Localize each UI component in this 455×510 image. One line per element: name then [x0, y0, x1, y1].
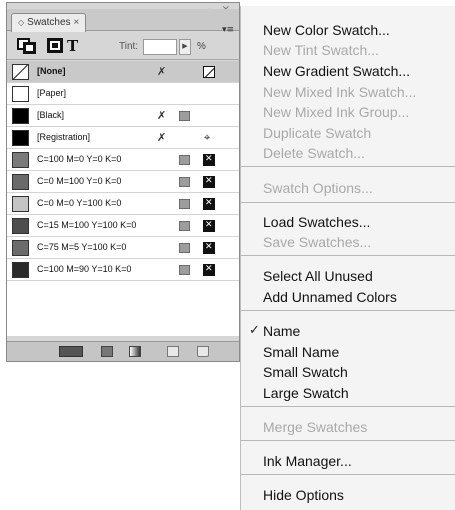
non-editable-icon: ✗ [157, 65, 167, 78]
menu-item-new-mixed-ink-group[interactable]: New Mixed Ink Group... [263, 104, 409, 120]
swatch-name: C=0 M=0 Y=100 K=0 [37, 198, 122, 208]
tint-arrow-icon[interactable]: ▶ [179, 39, 191, 55]
registration-icon: ⌖ [204, 131, 211, 144]
checkmark-icon: ✓ [249, 323, 260, 338]
trash-icon[interactable] [197, 346, 209, 357]
swatch-row-paper[interactable]: [Paper] [7, 83, 239, 105]
swatch-name: C=100 M=90 Y=10 K=0 [37, 264, 132, 274]
menu-item-large-swatch[interactable]: Large Swatch [263, 385, 349, 401]
new-swatch-icon[interactable] [167, 346, 179, 357]
show-all-swatches-icon[interactable] [59, 346, 83, 357]
tab-swatches[interactable]: ◇ Swatches × [11, 13, 87, 32]
swatch-chip [12, 64, 29, 80]
swatch-row-none[interactable]: [None] ✗ [7, 61, 239, 83]
menu-item-merge-swatches[interactable]: Merge Swatches [263, 419, 367, 435]
menu-separator [241, 440, 455, 441]
process-color-icon [203, 176, 215, 188]
panel-bottom-bar [7, 341, 239, 361]
menu-item-new-tint-swatch[interactable]: New Tint Swatch... [263, 42, 379, 58]
menu-item-ink-manager[interactable]: Ink Manager... [263, 453, 352, 469]
process-color-icon [203, 154, 215, 166]
process-color-icon [203, 198, 215, 210]
menu-item-delete-swatch[interactable]: Delete Swatch... [263, 145, 365, 161]
swatch-chip [12, 130, 29, 146]
menu-item-small-name[interactable]: Small Name [263, 344, 339, 360]
menu-separator [241, 310, 455, 311]
show-gradient-swatches-icon[interactable] [129, 346, 141, 357]
swatch-row-blue[interactable]: C=100 M=90 Y=10 K=0 [7, 259, 239, 281]
swatch-name: [Registration] [37, 132, 91, 142]
menu-item-load-swatches[interactable]: Load Swatches... [263, 214, 370, 230]
cmyk-mode-icon [179, 199, 190, 209]
swatch-name: [Paper] [37, 88, 67, 98]
swatches-panel-menu: New Color Swatch... New Tint Swatch... N… [240, 6, 455, 510]
menu-separator [241, 202, 455, 203]
swatch-row-registration[interactable]: [Registration] ✗ ⌖ [7, 127, 239, 149]
cmyk-mode-icon [179, 221, 190, 231]
swatch-chip [12, 262, 29, 278]
menu-item-hide-options[interactable]: Hide Options [263, 487, 344, 503]
non-editable-icon: ✗ [157, 131, 167, 144]
panel-tab-strip: ◇ Swatches × ▾≡ [7, 9, 239, 35]
menu-item-name[interactable]: Name [263, 323, 300, 339]
swatch-row-red[interactable]: C=15 M=100 Y=100 K=0 [7, 215, 239, 237]
swatch-chip [12, 152, 29, 168]
menu-separator [241, 474, 455, 475]
swatch-chip [12, 108, 29, 124]
show-color-swatches-icon[interactable] [101, 346, 113, 357]
menu-separator [241, 255, 455, 256]
tint-input[interactable] [143, 39, 177, 55]
process-color-icon [203, 264, 215, 276]
process-color-icon [203, 242, 215, 254]
swatch-row-magenta[interactable]: C=0 M=100 Y=0 K=0 [7, 171, 239, 193]
cmyk-mode-icon [179, 243, 190, 253]
menu-item-swatch-options[interactable]: Swatch Options... [263, 180, 373, 196]
swatch-row-cyan[interactable]: C=100 M=0 Y=0 K=0 [7, 149, 239, 171]
swatch-chip [12, 196, 29, 212]
swatch-name: [None] [37, 66, 66, 76]
menu-separator [241, 406, 455, 407]
swatch-chip [12, 240, 29, 256]
formatting-container-icon[interactable] [47, 38, 63, 53]
menu-item-new-color-swatch[interactable]: New Color Swatch... [263, 22, 390, 38]
process-color-icon [179, 111, 190, 121]
fill-stroke-icon[interactable] [17, 38, 37, 55]
cmyk-mode-icon [179, 265, 190, 275]
swatch-row-yellow[interactable]: C=0 M=0 Y=100 K=0 [7, 193, 239, 215]
menu-item-new-gradient-swatch[interactable]: New Gradient Swatch... [263, 63, 410, 79]
cmyk-mode-icon [179, 155, 190, 165]
menu-item-new-mixed-ink-swatch[interactable]: New Mixed Ink Swatch... [263, 84, 416, 100]
swatch-list: [None] ✗ [Paper] [Black] ✗ [Registration… [7, 61, 239, 336]
swatch-chip [12, 174, 29, 190]
swatches-panel: – × ◇Swatches× ▾≡ T Tint: ▶ % [None] ✗ [… [6, 2, 240, 362]
swatch-toolbar: T Tint: ▶ % [7, 32, 239, 60]
menu-separator [241, 166, 455, 167]
tab-label: Swatches [27, 17, 71, 28]
menu-item-save-swatches[interactable]: Save Swatches... [263, 234, 371, 250]
tint-unit: % [197, 41, 206, 52]
swatch-name: C=100 M=0 Y=0 K=0 [37, 154, 122, 164]
close-icon[interactable]: × [74, 17, 80, 28]
menu-item-small-swatch[interactable]: Small Swatch [263, 364, 348, 380]
swatch-name: [Black] [37, 110, 65, 120]
swatch-row-black[interactable]: [Black] ✗ [7, 105, 239, 127]
non-editable-icon: ✗ [157, 109, 167, 122]
swatches-tab-icon: ◇ [18, 18, 25, 27]
swatch-name: C=0 M=100 Y=0 K=0 [37, 176, 122, 186]
menu-item-select-all-unused[interactable]: Select All Unused [263, 268, 373, 284]
swatch-chip [12, 218, 29, 234]
swatch-row-green[interactable]: C=75 M=5 Y=100 K=0 [7, 237, 239, 259]
swatch-name: C=75 M=5 Y=100 K=0 [37, 242, 127, 252]
menu-item-duplicate-swatch[interactable]: Duplicate Swatch [263, 125, 371, 141]
menu-item-add-unnamed-colors[interactable]: Add Unnamed Colors [263, 289, 397, 305]
formatting-text-icon[interactable]: T [67, 37, 78, 55]
cmyk-mode-icon [179, 177, 190, 187]
tint-label: Tint: [119, 41, 139, 52]
swatch-chip [12, 86, 29, 102]
swatch-name: C=15 M=100 Y=100 K=0 [37, 220, 137, 230]
none-color-icon [203, 66, 215, 78]
process-color-icon [203, 220, 215, 232]
